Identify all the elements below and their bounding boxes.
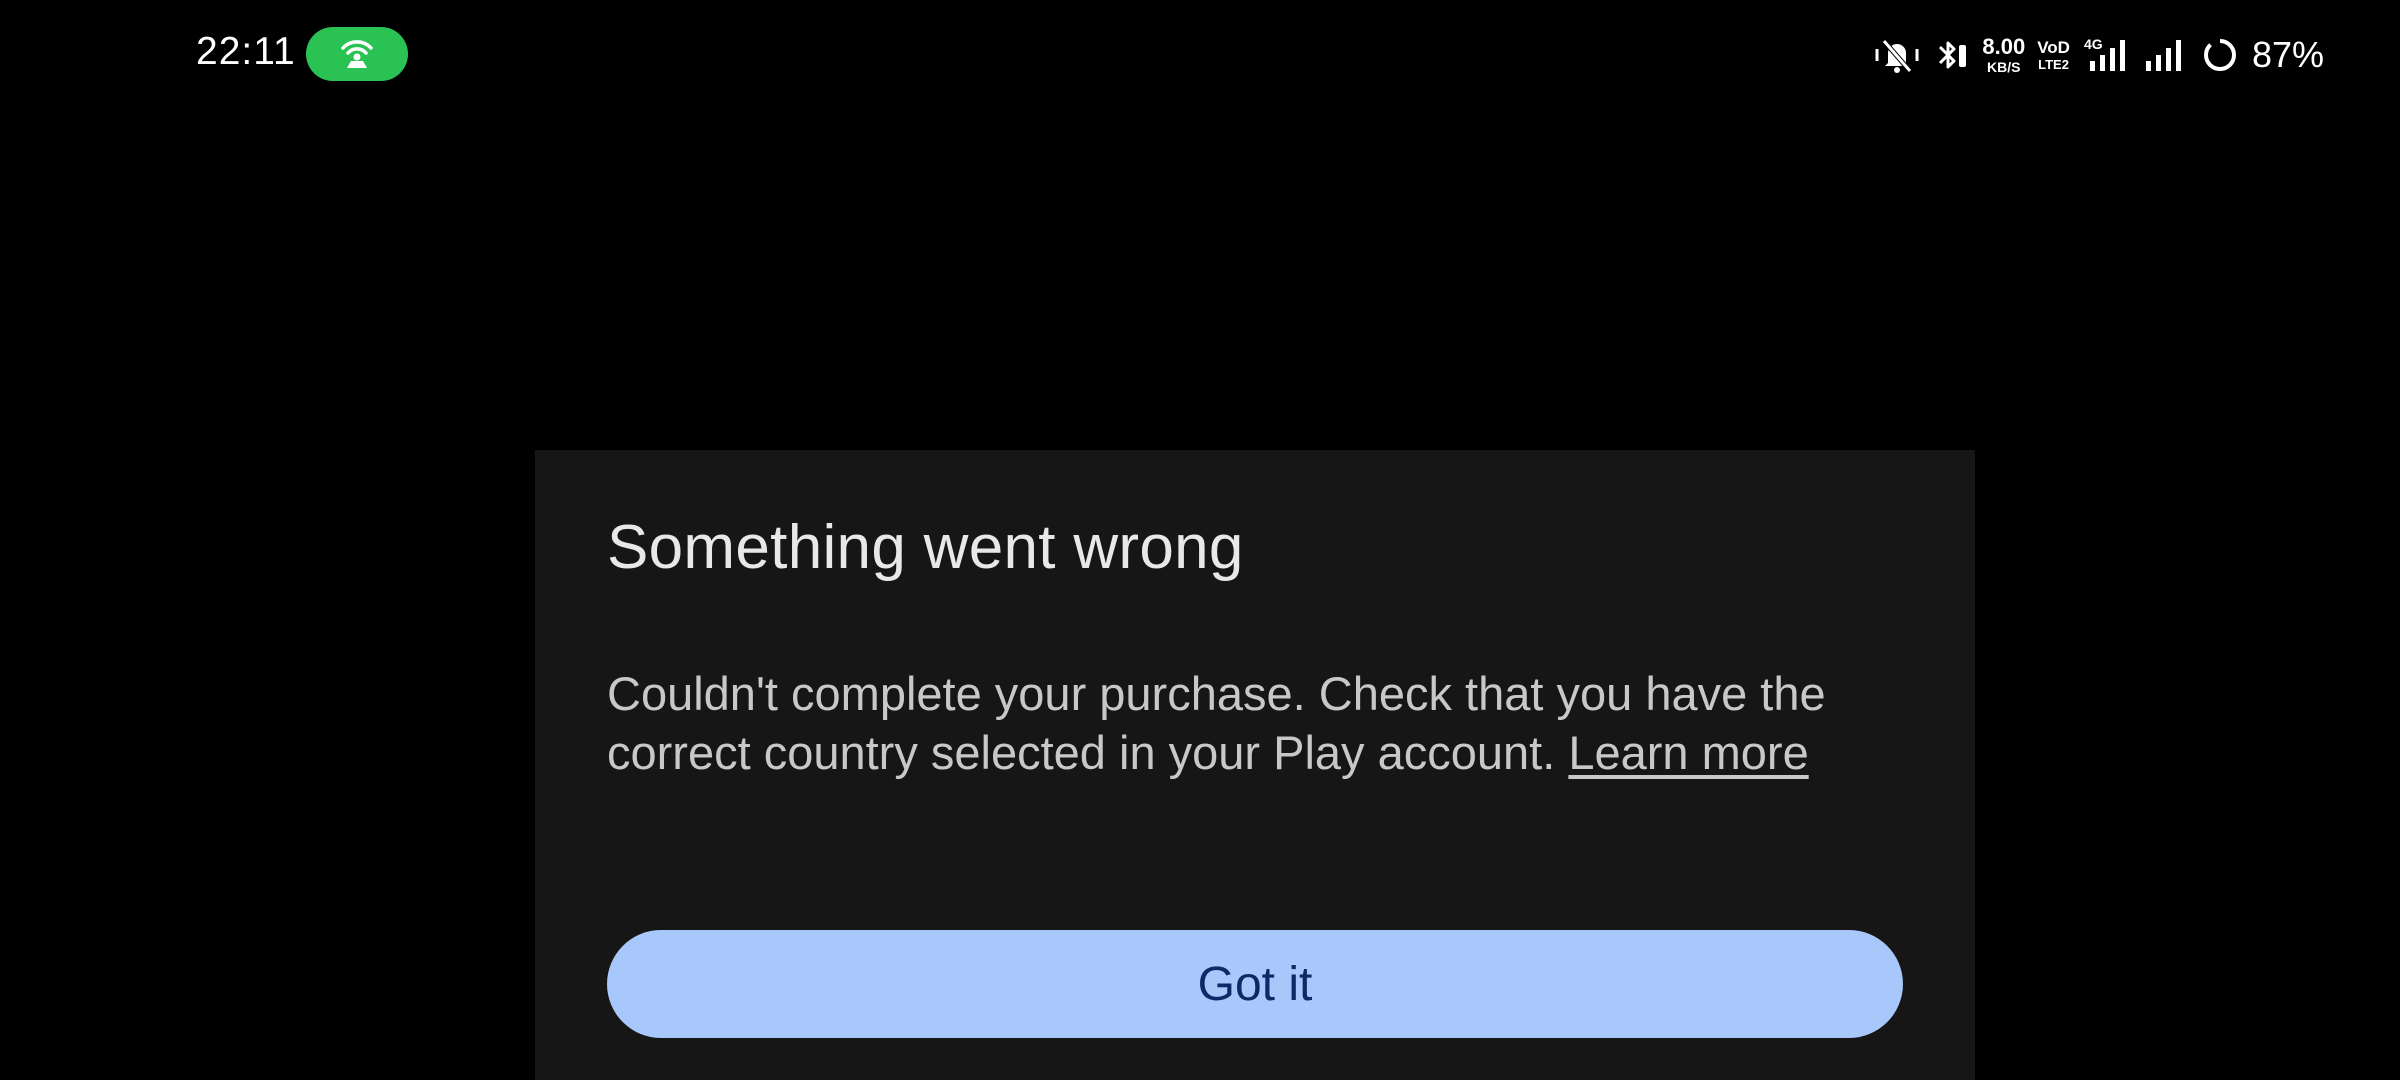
volte-indicator: VoD LTE2 [2037, 39, 2070, 71]
dialog-title: Something went wrong [607, 513, 1244, 582]
network-speed-unit: KB/S [1987, 59, 2021, 75]
bluetooth-icon [1934, 35, 1970, 75]
dialog-message-container: Couldn't complete your purchase. Check t… [607, 664, 1907, 782]
error-dialog: Something went wrong Couldn't complete y… [535, 450, 1975, 1080]
network-speed: 8.00 KB/S [1982, 34, 2026, 75]
battery-icon [2202, 35, 2238, 75]
status-time: 22:11 [196, 30, 296, 73]
got-it-button[interactable]: Got it [607, 930, 1903, 1038]
battery-percent: 87% [2251, 34, 2324, 75]
vibrate-icon [1872, 35, 1922, 75]
signal-icon: 4G [2082, 35, 2132, 75]
volte-bottom-label: LTE2 [2038, 57, 2069, 72]
status-bar: 22:11 8.00 KB/S VoD LTE2 4G 87% [0, 0, 2400, 110]
hotspot-icon [337, 34, 377, 75]
signal-icon-2 [2144, 35, 2190, 75]
volte-top-label: VoD [2037, 38, 2070, 57]
learn-more-link[interactable]: Learn more [1568, 726, 1808, 779]
network-speed-value: 8.00 [1982, 34, 2026, 59]
status-icons: 8.00 KB/S VoD LTE2 4G 87% [1872, 28, 2324, 82]
network-type-label: 4G [2084, 36, 2103, 52]
hotspot-indicator[interactable] [306, 27, 408, 81]
screen: 22:11 8.00 KB/S VoD LTE2 4G 87% Somethin… [0, 0, 2400, 1080]
